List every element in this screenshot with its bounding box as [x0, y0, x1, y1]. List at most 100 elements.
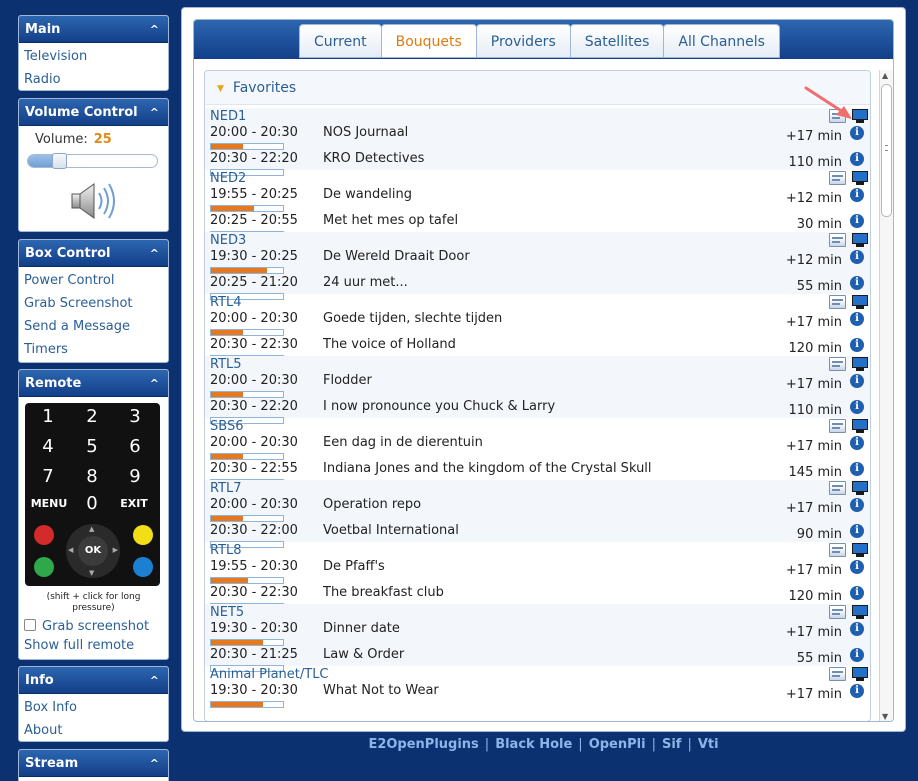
channel-name[interactable]: NED1: [210, 109, 246, 125]
volume-header[interactable]: Volume Control ^: [19, 99, 168, 126]
event-title[interactable]: KRO Detectives: [323, 151, 424, 167]
grab-screenshot-option[interactable]: Grab screenshot: [19, 617, 168, 636]
info-icon[interactable]: i: [850, 648, 864, 662]
footer-link-black-hole[interactable]: Black Hole: [495, 737, 572, 752]
event-title[interactable]: NOS Journaal: [323, 125, 408, 141]
link-timers[interactable]: Timers: [24, 338, 163, 361]
grab-screenshot-checkbox[interactable]: [24, 619, 36, 631]
event-title[interactable]: Met het mes op tafel: [323, 213, 458, 229]
key-2[interactable]: 2: [72, 403, 112, 431]
dpad-right-icon[interactable]: ▶: [113, 546, 118, 554]
link-box-info[interactable]: Box Info: [24, 696, 163, 719]
dpad-left-icon[interactable]: ◀: [68, 546, 73, 554]
event-title[interactable]: 24 uur met...: [323, 275, 408, 291]
box-control-header[interactable]: Box Control ^: [19, 240, 168, 267]
epg-icon[interactable]: [829, 233, 846, 247]
volume-slider[interactable]: [27, 153, 158, 169]
collapse-icon[interactable]: ^: [150, 240, 159, 267]
ok-button[interactable]: OK: [78, 536, 108, 566]
tv-stream-icon[interactable]: [852, 605, 868, 619]
scroll-up-icon[interactable]: ▲: [882, 71, 888, 80]
info-icon[interactable]: i: [850, 152, 864, 166]
info-icon[interactable]: i: [850, 684, 864, 698]
channel-name[interactable]: Animal Planet/TLC: [210, 667, 329, 683]
tab-bouquets[interactable]: Bouquets: [380, 24, 477, 58]
epg-icon[interactable]: [829, 543, 846, 557]
footer-link-sif[interactable]: Sif: [662, 737, 681, 752]
collapse-icon[interactable]: ^: [150, 750, 159, 777]
info-icon[interactable]: i: [850, 374, 864, 388]
tv-stream-icon[interactable]: [852, 543, 868, 557]
info-icon[interactable]: i: [850, 312, 864, 326]
info-icon[interactable]: i: [850, 338, 864, 352]
tab-satellites[interactable]: Satellites: [569, 24, 665, 58]
key-5[interactable]: 5: [72, 433, 112, 461]
collapse-icon[interactable]: ^: [150, 99, 159, 126]
link-power-control[interactable]: Power Control: [24, 269, 163, 292]
key-7[interactable]: 7: [28, 463, 68, 491]
event-title[interactable]: Flodder: [323, 373, 372, 389]
tv-stream-icon[interactable]: [852, 233, 868, 247]
info-icon[interactable]: i: [850, 524, 864, 538]
info-icon[interactable]: i: [850, 188, 864, 202]
info-header[interactable]: Info ^: [19, 667, 168, 694]
link-send-message[interactable]: Send a Message: [24, 315, 163, 338]
remote-header[interactable]: Remote ^: [19, 370, 168, 397]
info-icon[interactable]: i: [850, 436, 864, 450]
link-radio[interactable]: Radio: [24, 68, 163, 90]
tab-current[interactable]: Current: [299, 24, 382, 58]
tv-stream-icon[interactable]: [852, 295, 868, 309]
speaker-icon[interactable]: [68, 180, 118, 222]
event-title[interactable]: Goede tijden, slechte tijden: [323, 311, 502, 327]
scrollbar[interactable]: ▲ ▼: [879, 70, 893, 721]
info-icon[interactable]: i: [850, 214, 864, 228]
link-television[interactable]: Television: [24, 45, 163, 68]
epg-icon[interactable]: [829, 667, 846, 681]
link-about[interactable]: About: [24, 719, 163, 741]
collapse-icon[interactable]: ^: [150, 16, 159, 43]
channel-name[interactable]: NET5: [210, 605, 244, 621]
tab-all-channels[interactable]: All Channels: [663, 24, 780, 58]
info-icon[interactable]: i: [850, 462, 864, 476]
scroll-thumb[interactable]: [881, 84, 892, 217]
event-title[interactable]: Voetbal International: [323, 523, 459, 539]
info-icon[interactable]: i: [850, 126, 864, 140]
tab-providers[interactable]: Providers: [475, 24, 571, 58]
info-icon[interactable]: i: [850, 400, 864, 414]
epg-icon[interactable]: [829, 171, 846, 185]
main-header[interactable]: Main ^: [19, 16, 168, 43]
collapse-icon[interactable]: ^: [150, 667, 159, 694]
footer-link-e2openplugins[interactable]: E2OpenPlugins: [368, 737, 478, 752]
event-title[interactable]: Operation repo: [323, 497, 421, 513]
event-title[interactable]: The breakfast club: [323, 585, 444, 601]
epg-icon[interactable]: [829, 419, 846, 433]
collapse-icon[interactable]: ^: [150, 370, 159, 397]
tv-stream-icon[interactable]: [852, 171, 868, 185]
key-3[interactable]: 3: [115, 403, 155, 431]
channel-name[interactable]: NED3: [210, 233, 246, 249]
event-title[interactable]: Indiana Jones and the kingdom of the Cry…: [323, 461, 652, 477]
dpad-up-icon[interactable]: ▲: [89, 525, 94, 533]
footer-link-vti[interactable]: Vti: [698, 737, 719, 752]
event-title[interactable]: De Pfaff's: [323, 559, 385, 575]
key-6[interactable]: 6: [115, 433, 155, 461]
event-title[interactable]: What Not to Wear: [323, 683, 439, 699]
epg-icon[interactable]: [829, 295, 846, 309]
scroll-down-icon[interactable]: ▼: [882, 712, 888, 721]
key-1[interactable]: 1: [28, 403, 68, 431]
dpad-down-icon[interactable]: ▼: [89, 569, 94, 577]
key-menu[interactable]: MENU: [28, 494, 70, 514]
channel-name[interactable]: RTL7: [210, 481, 242, 497]
epg-icon[interactable]: [829, 605, 846, 619]
channel-name[interactable]: NED2: [210, 171, 246, 187]
bouquet-header[interactable]: ▼ Favorites: [205, 71, 870, 105]
epg-icon[interactable]: [829, 481, 846, 495]
event-title[interactable]: De Wereld Draait Door: [323, 249, 470, 265]
channel-name[interactable]: RTL5: [210, 357, 242, 373]
volume-handle[interactable]: [52, 153, 68, 169]
green-button[interactable]: [34, 557, 54, 577]
info-icon[interactable]: i: [850, 498, 864, 512]
key-4[interactable]: 4: [28, 433, 68, 461]
show-full-remote-link[interactable]: Show full remote: [19, 636, 168, 655]
key-8[interactable]: 8: [72, 463, 112, 491]
